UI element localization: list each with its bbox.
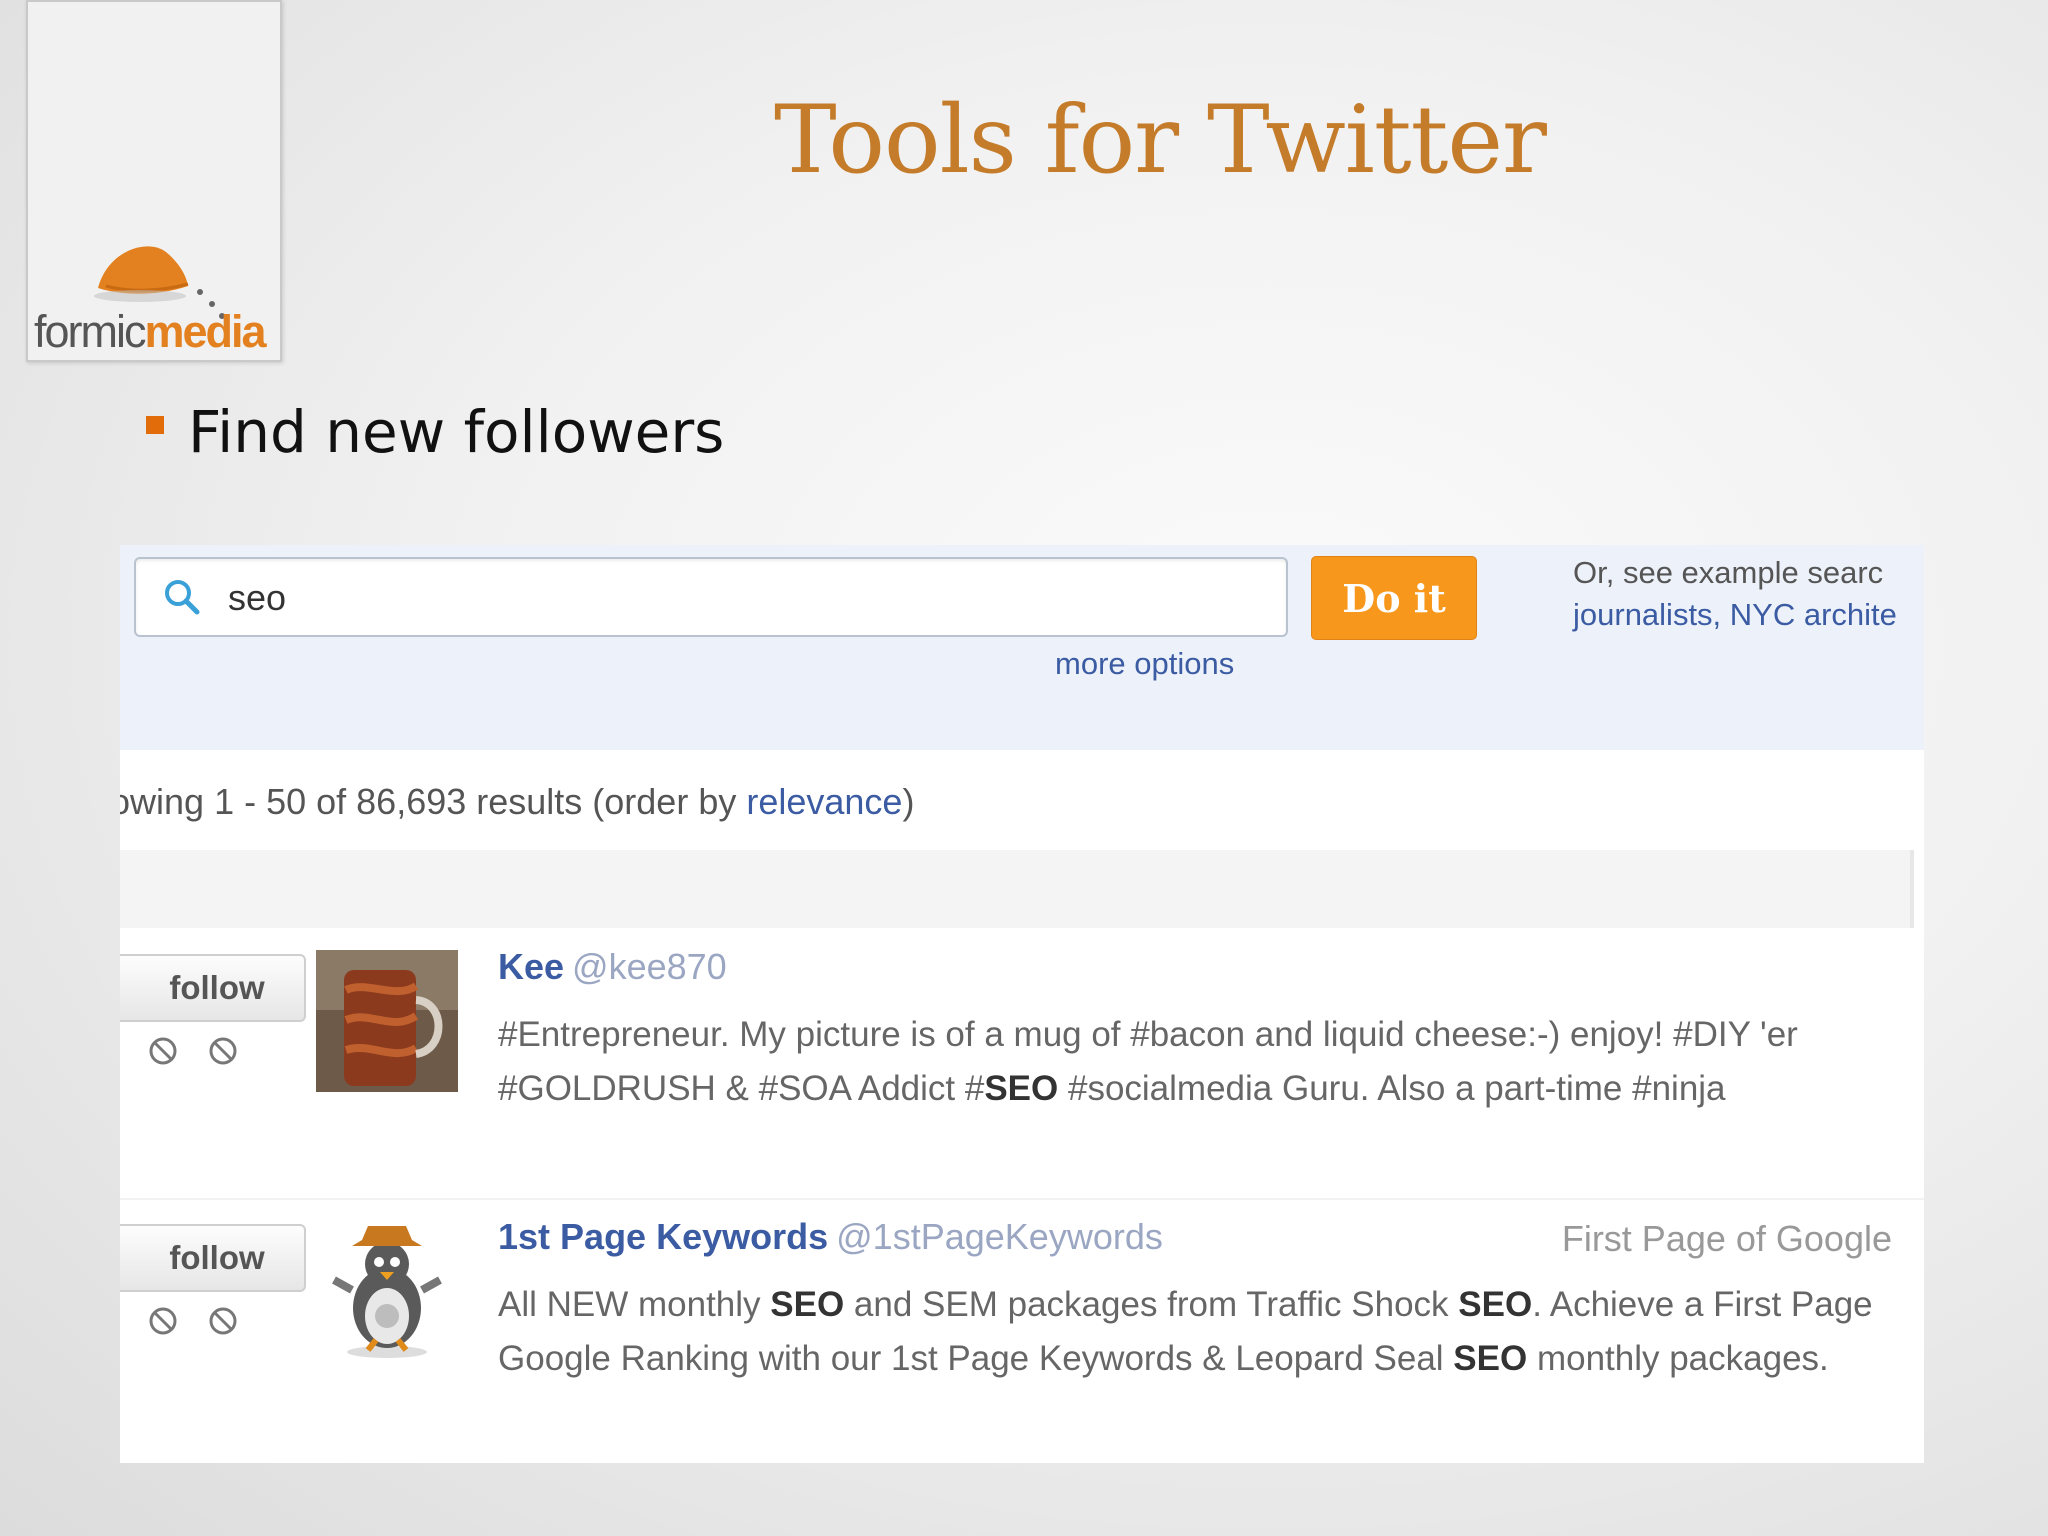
search-value: seo bbox=[228, 577, 287, 618]
report-spam-icon[interactable] bbox=[208, 1036, 238, 1066]
bacon-mug-avatar-icon[interactable] bbox=[316, 950, 458, 1092]
logo-wordmark: formicmedia bbox=[34, 306, 267, 357]
follow-button[interactable]: follow bbox=[120, 954, 306, 1022]
report-spam-icon[interactable] bbox=[208, 1306, 238, 1336]
search-input[interactable]: seo bbox=[134, 557, 1288, 637]
example-searches-text: Or, see example searc bbox=[1573, 555, 1884, 590]
formicmedia-logo: formicmedia bbox=[26, 0, 282, 362]
follow-button[interactable]: follow bbox=[120, 1224, 306, 1292]
results-header-bar bbox=[120, 850, 1914, 928]
block-icon[interactable] bbox=[148, 1306, 178, 1336]
user-bio: #Entrepreneur. My picture is of a mug of… bbox=[498, 1015, 1798, 1108]
results-count: owing 1 - 50 of 86,693 results (order by… bbox=[120, 781, 915, 822]
user-handle[interactable]: @1stPageKeywords bbox=[836, 1216, 1163, 1257]
user-bio: All NEW monthly SEO and SEM packages fro… bbox=[498, 1285, 1873, 1378]
do-it-button[interactable]: Do it bbox=[1311, 556, 1477, 640]
cowboy-penguin-avatar-icon[interactable] bbox=[316, 1220, 458, 1362]
block-icon[interactable] bbox=[148, 1036, 178, 1066]
search-panel: seo Do it more options Or, see example s… bbox=[120, 545, 1924, 750]
more-options-link[interactable]: more options bbox=[1055, 646, 1234, 682]
bullet-item: Find new followers bbox=[146, 398, 724, 466]
example-searches-links[interactable]: journalists, NYC archite bbox=[1573, 597, 1897, 633]
user-handle[interactable]: @kee870 bbox=[572, 946, 727, 987]
relevance-sort-link[interactable]: relevance bbox=[746, 781, 902, 822]
user-location: First Page of Google bbox=[1561, 1218, 1892, 1259]
search-icon bbox=[165, 580, 200, 615]
bullet-text: Find new followers bbox=[188, 398, 725, 466]
slide-title: Tools for Twitter bbox=[774, 86, 1547, 195]
user-name-link[interactable]: 1st Page Keywords @1stPageKeywords bbox=[498, 1216, 1163, 1258]
user-result-row: follow 1st Page Keywords @1stPageKeywords… bbox=[120, 1198, 1924, 1463]
user-name-link[interactable]: Kee @kee870 bbox=[498, 946, 727, 988]
bullet-square-icon bbox=[146, 416, 164, 434]
twitter-search-screenshot: seo Do it more options Or, see example s… bbox=[120, 545, 1924, 1463]
user-result-row: follow Kee @kee870 #Entrepreneur. My pict… bbox=[120, 930, 1924, 1198]
